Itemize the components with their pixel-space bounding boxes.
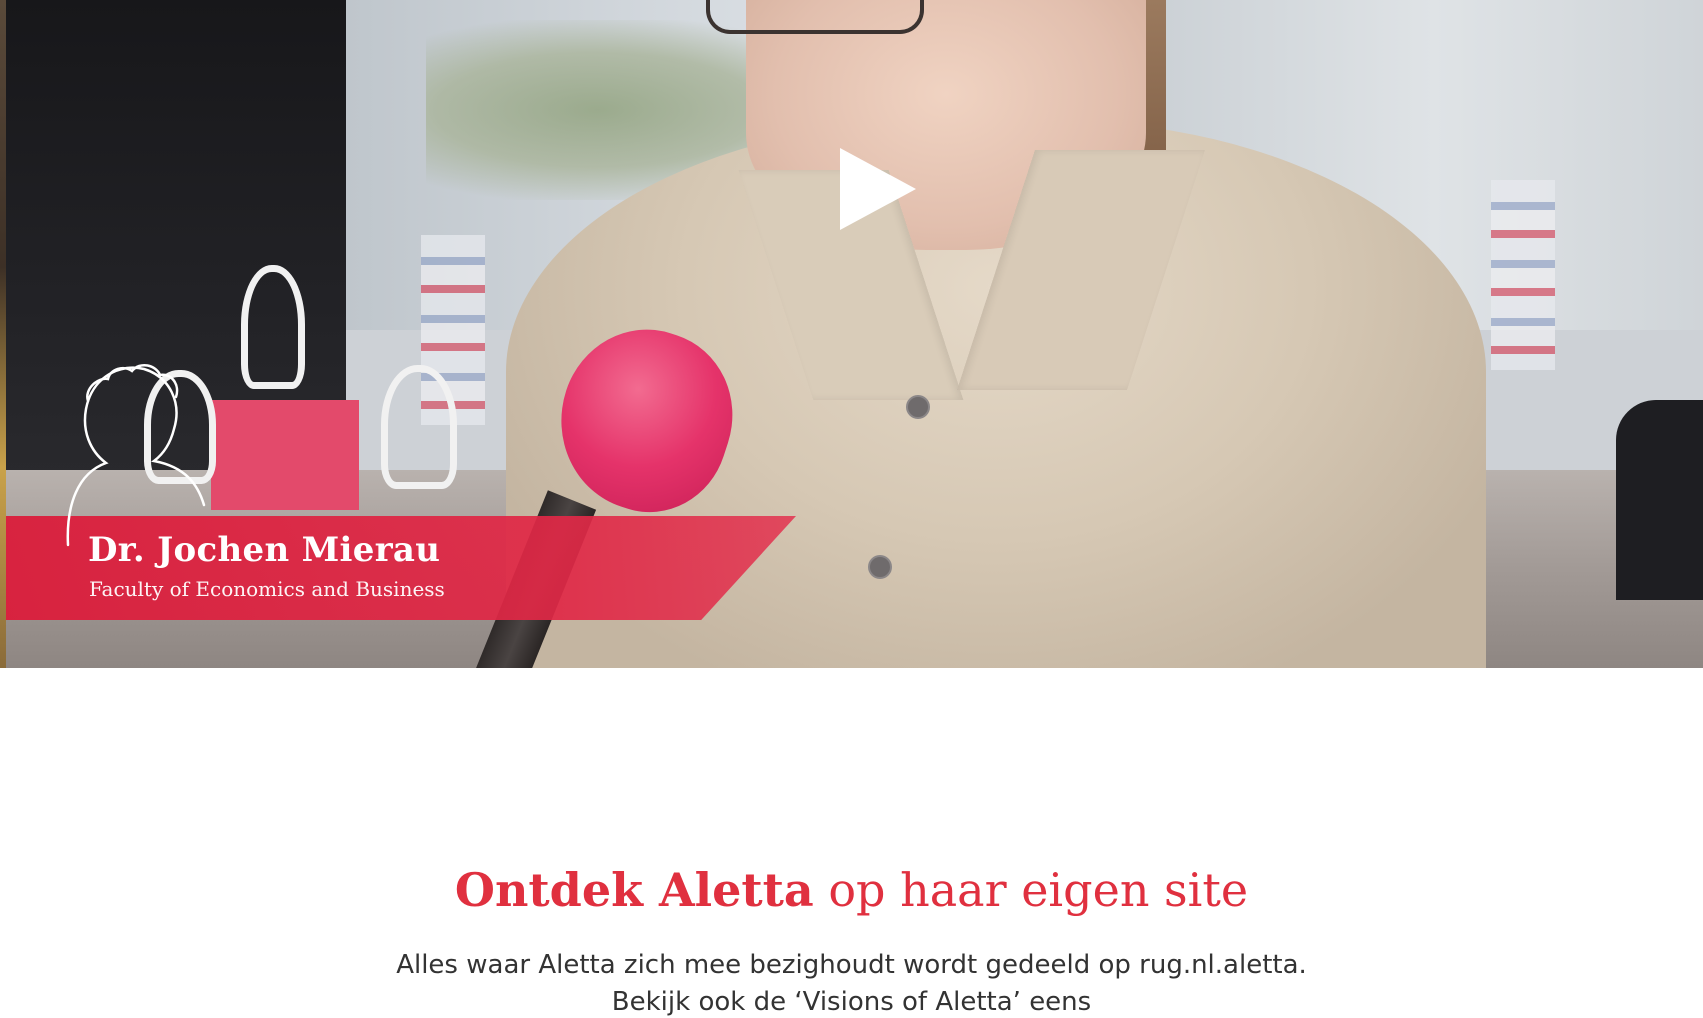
play-icon [840, 148, 916, 230]
video-thumbnail-shirt-button [868, 555, 892, 579]
section-intro-line: Bekijk ook de ‘Visions of Aletta’ eens [611, 987, 1092, 1017]
video-thumbnail-speaker-glasses [706, 0, 924, 34]
video-thumbnail-figure-outline [241, 265, 305, 389]
play-button[interactable] [836, 146, 920, 232]
section-heading-rest: op haar eigen site [828, 863, 1249, 917]
section-intro: Alles waar Aletta zich mee bezighoudt wo… [0, 947, 1703, 1018]
video-thumbnail-shirt-button [906, 395, 930, 419]
section-heading: Ontdek Aletta op haar eigen site [0, 860, 1703, 920]
speaker-role: Faculty of Economics and Business [89, 577, 445, 601]
video-thumbnail-banner [1491, 180, 1555, 370]
video-thumbnail-figure-outline [381, 365, 457, 489]
video-thumbnail-table [1616, 400, 1703, 600]
speaker-silhouette-icon [66, 363, 206, 547]
section-heading-emphasis: Ontdek Aletta [454, 863, 814, 917]
page: Dr. Jochen Mierau Faculty of Economics a… [0, 0, 1703, 1018]
video-player[interactable]: Dr. Jochen Mierau Faculty of Economics a… [6, 0, 1703, 668]
speaker-name: Dr. Jochen Mierau [88, 530, 441, 570]
video-thumbnail-display-box [211, 400, 359, 510]
section-intro-line: Alles waar Aletta zich mee bezighoudt wo… [396, 950, 1307, 980]
